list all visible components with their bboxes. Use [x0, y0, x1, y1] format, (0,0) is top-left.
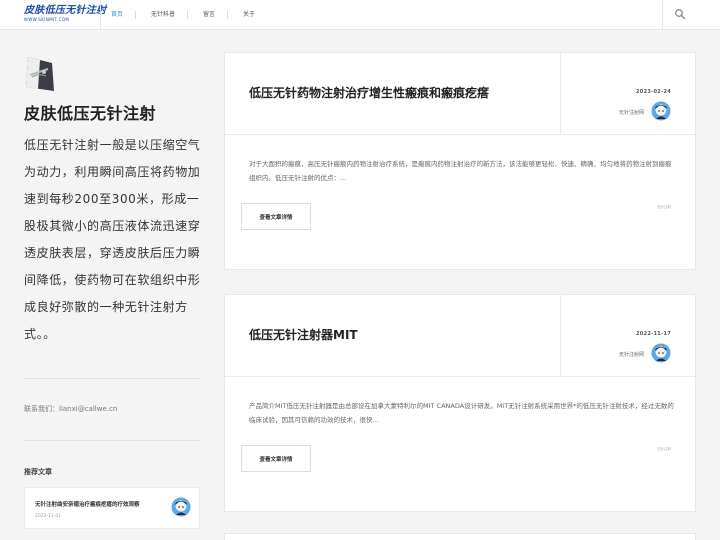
- article-excerpt: 对于大面积的瘢痕，高压无针瘢痕内药物注射治疗系统，是瘢痕内药物注射治疗的新方法，…: [249, 160, 672, 182]
- article-excerpt: 产品简介MIT低压无针注射器是由总部设在加拿大蒙特利尔的MIT CANADA设计…: [249, 402, 674, 424]
- author-avatar-icon: [651, 343, 671, 363]
- logo-subtitle: WWW.SKINMIT.COM: [24, 17, 70, 22]
- sidebar-divider: [24, 378, 200, 379]
- article-header-divider: [560, 295, 561, 377]
- article-card-partial: [224, 533, 696, 540]
- nav-item-about[interactable]: 关于: [236, 11, 267, 19]
- header-divider: [100, 0, 101, 30]
- site-name: 皮肤低压无针注射: [24, 104, 157, 123]
- article-header: 低压无针药物注射治疗增生性瘢痕和瘢痕疙瘩 2023-02-24 无针注射网: [225, 53, 695, 135]
- recommend-article-card[interactable]: 无针注射曲安奈德治疗瘢痕疙瘩的疗效观察 2022-11-01: [24, 487, 200, 529]
- read-more-button[interactable]: 查看文章详情: [241, 445, 311, 472]
- recommend-article-date: 2022-11-01: [35, 514, 62, 519]
- sidebar-divider: [24, 440, 200, 441]
- author-avatar-icon: [651, 101, 671, 121]
- logo-title: 皮肤低压无针注射: [24, 5, 107, 16]
- nav-item-home[interactable]: 首页: [104, 11, 137, 19]
- article-title[interactable]: 低压无针注射器MIT: [249, 326, 358, 343]
- article-date: 2022-11-17: [636, 331, 671, 337]
- top-navigation-bar: 皮肤低压无针注射 WWW.SKINMIT.COM 首页 无针科普 留言 关于: [0, 0, 720, 30]
- search-divider: [662, 0, 663, 30]
- recommend-article-title[interactable]: 无针注射曲安奈德治疗瘢痕疙瘩的疗效观察: [35, 500, 140, 508]
- recommend-heading: 推荐文章: [24, 468, 52, 476]
- article-author: 无针注射网: [618, 110, 644, 116]
- article-author: 无针注射网: [618, 352, 644, 358]
- article-tag[interactable]: 无针注射: [657, 447, 671, 452]
- article-header-divider: [560, 53, 561, 135]
- contact-email: 联系我们：lianxi@callwe.cn: [24, 405, 118, 413]
- nav-item-science[interactable]: 无针科普: [144, 11, 189, 19]
- site-avatar-logo: [26, 57, 54, 91]
- article-card: 低压无针注射器MIT 2022-11-17 无针注射网 产品简介MIT低压无针注…: [224, 294, 696, 512]
- site-logo[interactable]: 皮肤低压无针注射 WWW.SKINMIT.COM: [24, 4, 107, 26]
- main-nav: 首页 无针科普 留言 关于: [104, 0, 275, 30]
- article-header: 低压无针注射器MIT 2022-11-17 无针注射网: [225, 295, 695, 377]
- search-icon[interactable]: [674, 8, 686, 20]
- read-more-button[interactable]: 查看文章详情: [241, 203, 311, 230]
- article-card: 低压无针药物注射治疗增生性瘢痕和瘢痕疙瘩 2023-02-24 无针注射网 对于…: [224, 52, 696, 270]
- nav-item-guestbook[interactable]: 留言: [196, 11, 229, 19]
- article-tag[interactable]: 无针注射: [657, 205, 671, 210]
- site-description: 低压无针注射一般是以压缩空气为动力，利用瞬间高压将药物加速到每秒200至300米…: [24, 138, 201, 341]
- article-title[interactable]: 低压无针药物注射治疗增生性瘢痕和瘢痕疙瘩: [249, 84, 489, 101]
- author-avatar-icon: [171, 497, 191, 517]
- article-date: 2023-02-24: [636, 89, 671, 95]
